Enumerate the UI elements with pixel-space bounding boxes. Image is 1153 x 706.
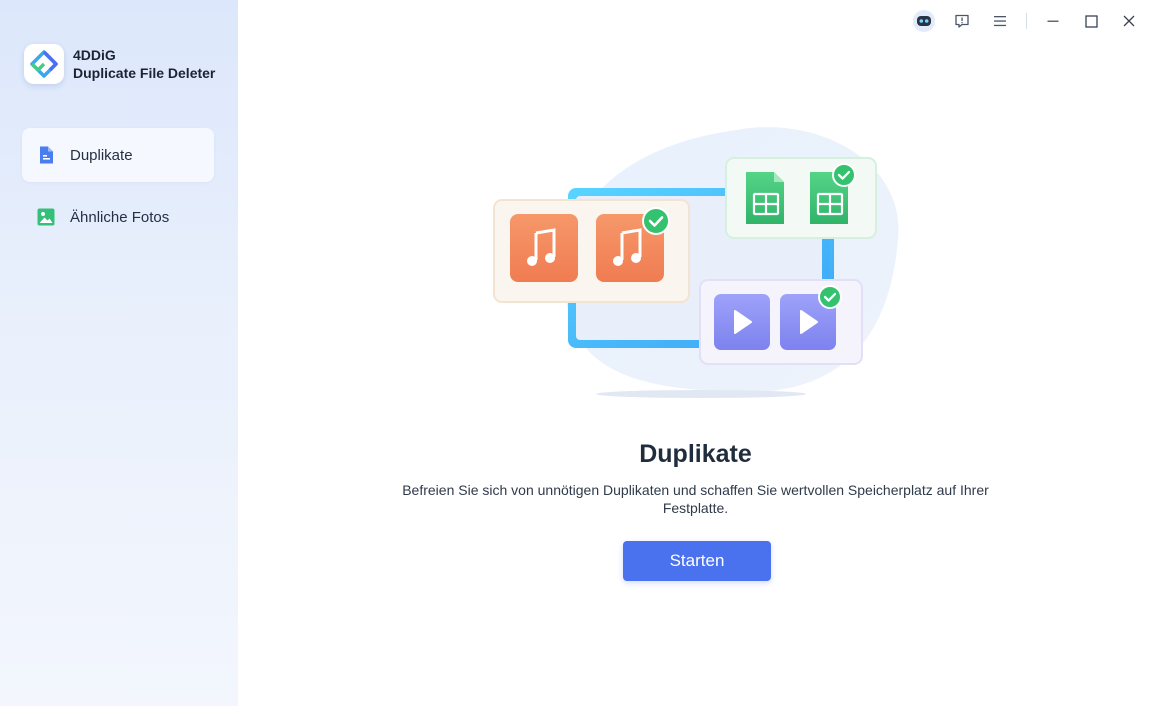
sidebar: 4DDiG Duplicate File Deleter Duplikate Ä… — [0, 0, 238, 706]
hero-illustration — [486, 120, 916, 410]
brand: 4DDiG Duplicate File Deleter — [24, 44, 215, 84]
app-subtitle: Duplicate File Deleter — [73, 65, 216, 81]
document-icon — [36, 145, 56, 165]
sidebar-nav: Duplikate Ähnliche Fotos — [22, 128, 214, 252]
minimize-icon[interactable] — [1039, 7, 1067, 35]
sidebar-item-aehnliche-fotos[interactable]: Ähnliche Fotos — [22, 190, 214, 244]
page-description: Befreien Sie sich von unnötigen Duplikat… — [402, 482, 989, 516]
app-name: 4DDiG — [73, 47, 116, 63]
image-icon — [36, 207, 56, 227]
close-icon[interactable] — [1115, 7, 1143, 35]
page-title: Duplikate — [639, 440, 752, 468]
feedback-icon[interactable] — [948, 7, 976, 35]
sidebar-item-label: Duplikate — [70, 146, 133, 164]
titlebar-divider — [1026, 13, 1027, 29]
sidebar-item-label: Ähnliche Fotos — [70, 208, 170, 226]
app-logo-icon — [24, 44, 64, 84]
maximize-icon[interactable] — [1077, 7, 1105, 35]
assistant-robot-icon[interactable] — [910, 7, 938, 35]
menu-icon[interactable] — [986, 7, 1014, 35]
start-button[interactable]: Starten — [623, 541, 771, 581]
sidebar-item-duplikate[interactable]: Duplikate — [22, 128, 214, 182]
main-panel: Duplikate Befreien Sie sich von unnötige… — [238, 0, 1153, 706]
app-window: 4DDiG Duplicate File Deleter Duplikate Ä… — [0, 0, 1153, 706]
window-titlebar — [893, 0, 1153, 42]
